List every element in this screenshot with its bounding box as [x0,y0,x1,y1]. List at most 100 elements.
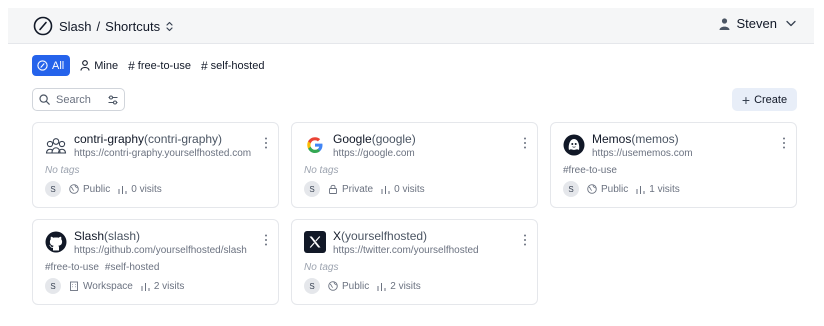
user-icon [719,17,730,30]
shortcut-meta: S Public 1 visits [563,181,680,197]
shortcut-name: (contri-graphy) [144,132,223,146]
shortcut-display-name: Slash [74,229,105,243]
shortcut-name: (google) [371,132,416,146]
visibility-label: Public [83,183,111,195]
visits-label: 2 visits [390,280,421,292]
globe-icon [587,184,597,194]
shortcut-meta: S Public 2 visits [304,278,421,294]
user-name: Steven [736,16,777,31]
more-vertical-icon[interactable] [523,137,527,149]
search-input[interactable]: Search [32,88,125,111]
filter-settings-icon[interactable] [108,95,118,105]
filter-mine[interactable]: Mine [80,55,118,76]
shortcut-card[interactable]: Google(google) https://google.com No tag… [291,122,538,208]
bar-chart-icon [381,185,390,194]
tag[interactable]: #free-to-use [45,262,99,273]
tag[interactable]: #self-hosted [105,262,159,273]
google-icon [307,137,323,153]
visit-count: 2 visits [377,281,421,292]
shortcut-tags: No tags [304,165,339,176]
shortcut-card[interactable]: Slash(slash) https://github.com/yourself… [32,219,279,305]
shortcut-card[interactable]: Memos(memos) https://usememos.com #free-… [550,122,797,208]
shortcut-url[interactable]: https://google.com [333,148,518,159]
breadcrumb-separator: / [96,18,101,34]
people-icon [45,138,67,154]
visibility-status: Workspace [69,281,133,292]
filter-label: Mine [94,59,119,72]
shortcut-tags: #free-to-use [563,165,623,176]
visits-label: 1 visits [649,183,680,195]
more-vertical-icon[interactable] [523,234,527,246]
shortcut-meta: S Private 0 visits [304,181,425,197]
shortcut-name: (yourselfhosted) [341,229,428,243]
memos-icon [563,134,585,156]
globe-icon [69,184,79,194]
create-button[interactable]: + Create [732,88,797,111]
visit-count: 0 visits [118,184,162,195]
shortcut-title[interactable]: Slash(slash) [74,229,140,243]
creator-avatar: S [45,278,61,294]
creator-avatar: S [45,181,61,197]
lock-icon [329,184,337,194]
shortcut-url[interactable]: https://usememos.com [592,148,777,159]
shortcut-display-name: X [333,229,342,243]
shortcut-display-name: Google [333,132,372,146]
shortcut-url[interactable]: https://twitter.com/yourselfhosted [333,245,518,256]
shortcut-title[interactable]: Memos(memos) [592,132,679,146]
user-menu[interactable]: Steven [719,16,796,31]
visibility-label: Public [601,183,629,195]
page-title: Shortcuts [105,18,161,34]
bar-chart-icon [118,185,127,194]
app-header: Slash / Shortcuts Steven [8,8,814,44]
filter-tag-self-hosted[interactable]: # self-hosted [201,55,265,76]
globe-icon [328,281,338,291]
filter-all[interactable]: All [32,55,71,76]
visit-count: 2 visits [141,280,185,292]
search-icon [39,94,50,105]
visibility-label: Workspace [83,280,133,292]
shortcut-name: (memos) [631,132,679,146]
bar-chart-icon [636,185,645,194]
filter-label: free-to-use [137,59,191,72]
filter-bar: All Mine # free-to-use # self-hosted [32,55,274,76]
shortcut-title[interactable]: X(yourselfhosted) [333,229,427,243]
building-icon [70,281,78,291]
shortcut-tags: No tags [304,262,339,273]
create-label: Create [754,93,788,106]
creator-avatar: S [563,181,579,197]
more-vertical-icon[interactable] [264,234,268,246]
tag[interactable]: #free-to-use [563,165,617,176]
shortcut-title[interactable]: contri-graphy(contri-graphy) [74,132,222,146]
visibility-label: Private [342,183,374,195]
more-vertical-icon[interactable] [782,137,786,149]
bar-chart-icon [141,282,150,291]
visibility-status: Public [587,184,628,195]
shortcut-tags: #free-to-use #self-hosted [45,262,165,273]
brand-switcher[interactable]: Slash / Shortcuts [33,14,174,38]
shortcut-card[interactable]: contri-graphy(contri-graphy) https://con… [32,122,279,208]
visits-label: 2 visits [153,280,185,292]
shortcut-url[interactable]: https://contri-graphy.yourselfhosted.com [74,148,259,159]
bar-chart-icon [377,282,386,291]
search-placeholder: Search [56,93,91,106]
chevron-down-icon [786,20,796,27]
filter-tag-free-to-use[interactable]: # free-to-use [128,55,191,76]
shortcut-url[interactable]: https://github.com/yourselfhosted/slash [74,245,259,256]
slash-logo-icon [33,16,53,36]
chevron-up-down-icon [166,21,173,31]
shortcut-meta: S Public 0 visits [45,181,162,197]
github-icon [45,231,67,253]
visibility-status: Public [328,281,369,292]
more-vertical-icon[interactable] [264,137,268,149]
visits-label: 0 visits [131,183,162,195]
visibility-label: Public [342,280,370,292]
shortcut-meta: S Workspace 2 visits [45,278,184,294]
shortcut-card[interactable]: X(yourselfhosted) https://twitter.com/yo… [291,219,538,305]
shortcut-display-name: contri-graphy [74,132,145,146]
check-circle-icon [37,60,48,71]
shortcut-title[interactable]: Google(google) [333,132,416,146]
shortcut-tags: No tags [45,165,80,176]
hash-icon: # [200,58,208,73]
visibility-status: Private [328,184,373,195]
filter-label: self-hosted [210,59,265,72]
